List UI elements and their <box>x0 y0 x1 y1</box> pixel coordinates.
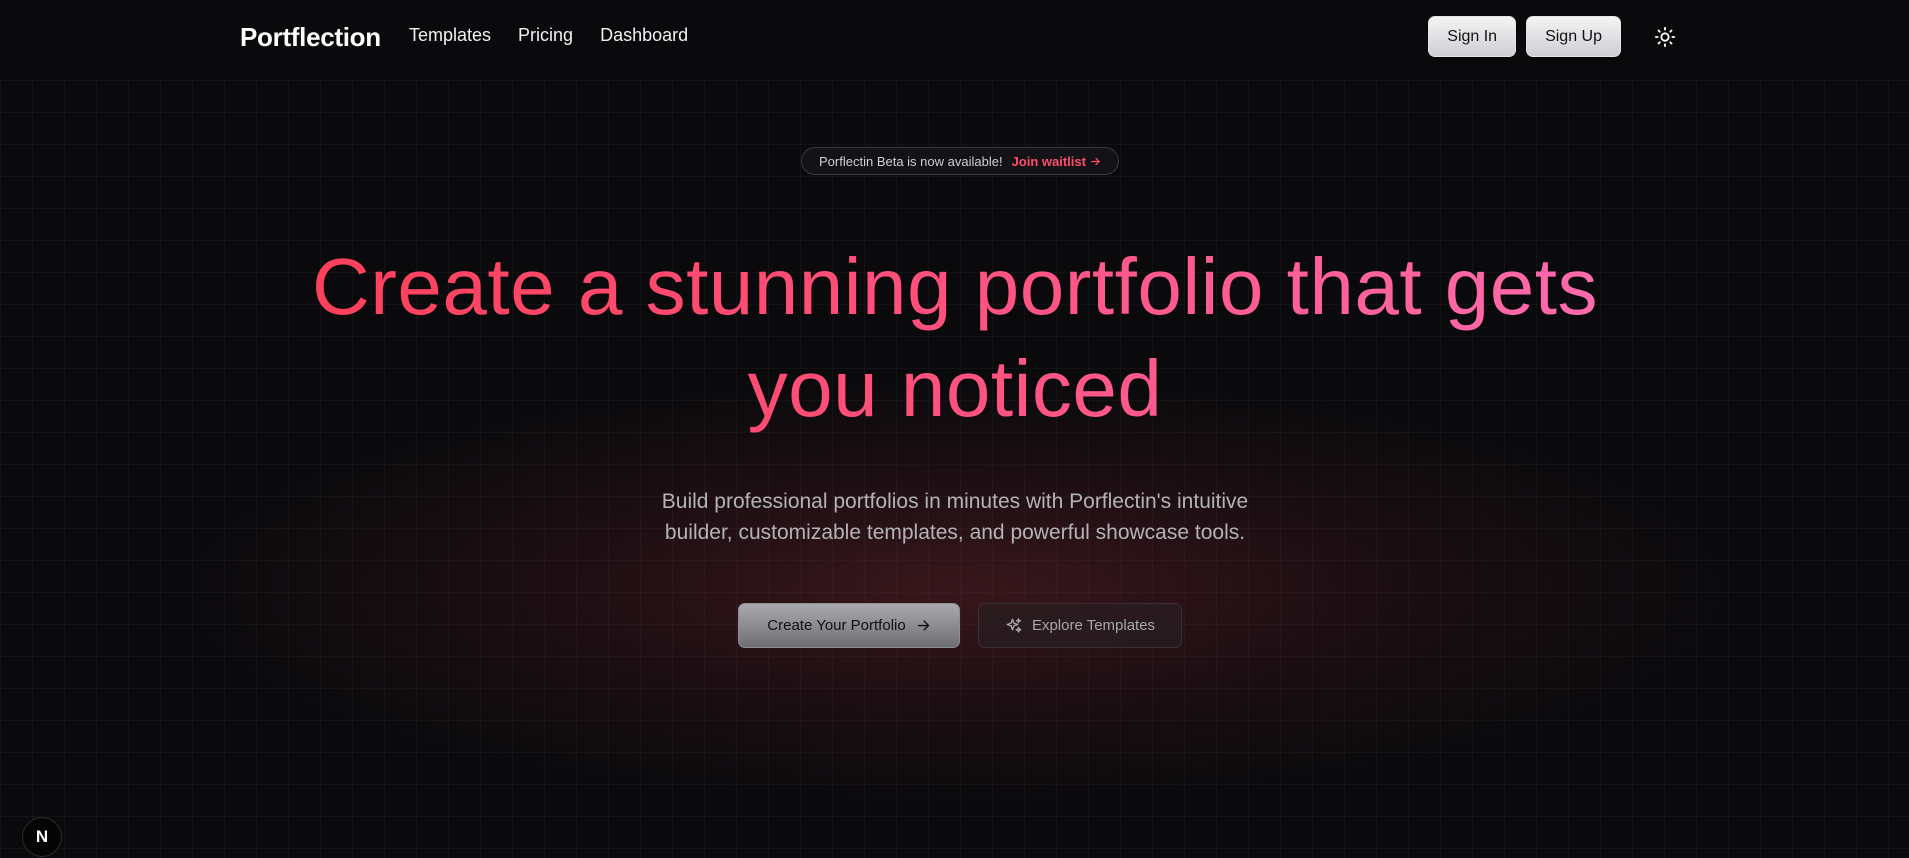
join-waitlist-link[interactable]: Join waitlist <box>1012 154 1101 169</box>
hero-headline: Create a stunning portfolio that gets yo… <box>190 236 1720 440</box>
create-portfolio-button[interactable]: Create Your Portfolio <box>738 603 960 648</box>
badge-text: Porflectin Beta is now available! <box>819 153 1003 169</box>
announcement-badge: Porflectin Beta is now available! Join w… <box>801 147 1119 175</box>
nav-links: Templates Pricing Dashboard <box>409 25 688 46</box>
headline-line-2: you noticed <box>747 344 1163 433</box>
explore-templates-label: Explore Templates <box>1031 617 1156 634</box>
landing-page: Portflection Templates Pricing Dashboard… <box>0 0 1909 858</box>
background-glow <box>190 380 1720 800</box>
sparkles-icon <box>1006 617 1022 633</box>
sign-in-button[interactable]: Sign In <box>1428 16 1517 57</box>
cta-row: Create Your Portfolio Explore Templates <box>738 603 1182 648</box>
grid-background <box>0 80 1909 858</box>
sun-icon <box>1654 26 1676 47</box>
arrow-right-icon <box>917 620 929 631</box>
nav-link-templates[interactable]: Templates <box>409 25 491 46</box>
top-nav: Portflection Templates Pricing Dashboard… <box>0 0 1909 74</box>
nav-actions: Sign In Sign Up <box>1428 16 1685 57</box>
subhead-line-1: Build professional portfolios in minutes… <box>661 490 1249 513</box>
hero-subheading: Build professional portfolios in minutes… <box>560 486 1350 548</box>
sign-up-button[interactable]: Sign Up <box>1526 16 1621 57</box>
subhead-line-2: builder, customizable templates, and pow… <box>664 521 1246 544</box>
nav-link-pricing[interactable]: Pricing <box>518 25 573 46</box>
theme-toggle-button[interactable] <box>1645 17 1685 57</box>
brand-logo[interactable]: Portflection <box>240 22 381 53</box>
dev-tools-badge[interactable]: N <box>22 817 62 857</box>
headline-line-1: Create a stunning portfolio that gets <box>312 242 1598 331</box>
explore-templates-button[interactable]: Explore Templates <box>978 603 1182 648</box>
join-waitlist-label: Join waitlist <box>1011 153 1086 169</box>
arrow-right-icon <box>1091 157 1100 165</box>
create-portfolio-label: Create Your Portfolio <box>767 617 906 634</box>
nav-link-dashboard[interactable]: Dashboard <box>600 25 688 46</box>
